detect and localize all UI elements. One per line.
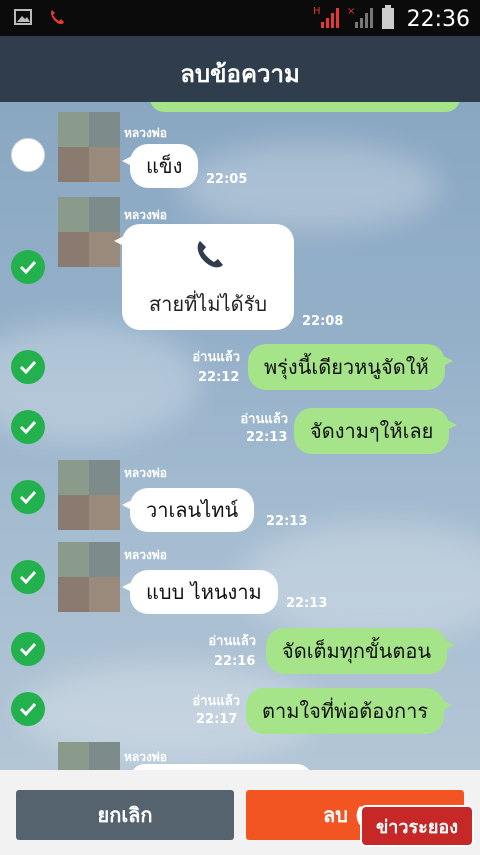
avatar bbox=[58, 542, 120, 612]
select-circle-unchecked[interactable] bbox=[11, 138, 45, 172]
sender-name: หลวงพ่อ bbox=[124, 208, 167, 222]
missed-call-text: สายที่ไม่ได้รับ bbox=[148, 292, 268, 316]
image-icon bbox=[14, 9, 32, 29]
chat-area[interactable]: หลวงพ่อ แข็ง 22:05 หลวงพ่อ สายที่ไม่ได้ร… bbox=[0, 102, 480, 770]
sender-name: หลวงพ่อ bbox=[124, 466, 167, 480]
avatar bbox=[58, 112, 120, 182]
message-bubble[interactable]: จัดเต็มทุกขั้นตอน bbox=[266, 628, 456, 674]
message-bubble[interactable]: พรุ่งนี้เดียวหนูจัดให้ bbox=[248, 344, 453, 390]
avatar bbox=[58, 197, 120, 267]
status-bar: H × 22:36 bbox=[0, 0, 480, 36]
svg-text:H: H bbox=[313, 6, 321, 17]
page-title: ลบข้อความ bbox=[180, 60, 300, 88]
message-time: 22:13 bbox=[266, 514, 308, 529]
phone-handset-icon bbox=[192, 238, 226, 272]
message-text: แบบ ไหนงาม bbox=[146, 580, 262, 604]
avatar bbox=[58, 460, 120, 530]
previous-message-bubble bbox=[150, 102, 460, 112]
message-bubble[interactable]: จัดงามๆให้เลย bbox=[294, 408, 458, 454]
status-time: 22:36 bbox=[406, 6, 470, 32]
signal-h-icon: H bbox=[313, 4, 341, 34]
battery-icon bbox=[381, 4, 395, 34]
message-time: 22:13 bbox=[246, 430, 288, 445]
select-check-icon[interactable] bbox=[11, 692, 45, 726]
avatar bbox=[58, 742, 120, 770]
message-bubble[interactable]: ตามใจที่พ่อต้องการ bbox=[246, 688, 453, 734]
message-text: จัดงามๆให้เลย bbox=[310, 419, 434, 443]
message-time: 22:17 bbox=[196, 712, 238, 727]
message-time: 22:08 bbox=[302, 314, 344, 329]
message-text: พรุ่งนี้เดียวหนูจัดให้ bbox=[264, 355, 429, 379]
select-check-icon[interactable] bbox=[11, 480, 45, 514]
read-receipt: อ่านแล้ว bbox=[208, 634, 256, 649]
read-receipt: อ่านแล้ว bbox=[192, 694, 240, 709]
read-receipt: อ่านแล้ว bbox=[192, 350, 240, 365]
message-bubble[interactable]: วาเลนไทน์ bbox=[121, 488, 255, 532]
header: ลบข้อความ bbox=[0, 36, 480, 102]
signal-x-icon: × bbox=[347, 4, 375, 34]
message-time: 22:05 bbox=[206, 172, 248, 187]
select-check-icon[interactable] bbox=[11, 250, 45, 284]
message-time: 22:12 bbox=[198, 370, 240, 385]
message-text: แข็ง bbox=[146, 154, 183, 178]
read-receipt: อ่านแล้ว bbox=[240, 412, 288, 427]
message-text: ตามใจที่พ่อต้องการ bbox=[262, 699, 429, 723]
select-check-icon[interactable] bbox=[11, 350, 45, 384]
action-bar: ยกเลิก ลบ (8) ข่าวระยอง bbox=[0, 770, 480, 855]
message-text: จัดเต็มทุกขั้นตอน bbox=[282, 639, 432, 663]
sender-name: หลวงพ่อ bbox=[124, 548, 167, 562]
message-bubble[interactable]: แบบ ไหนงาม bbox=[122, 570, 278, 614]
cancel-button[interactable]: ยกเลิก bbox=[16, 790, 234, 840]
watermark-logo: ข่าวระยอง bbox=[360, 805, 474, 847]
svg-text:×: × bbox=[347, 6, 355, 17]
sender-name: หลวงพ่อ bbox=[124, 126, 167, 140]
message-time: 22:16 bbox=[214, 654, 256, 669]
missed-call-bubble[interactable]: สายที่ไม่ได้รับ bbox=[114, 224, 294, 330]
select-check-icon[interactable] bbox=[11, 410, 45, 444]
message-time: 22:13 bbox=[286, 596, 328, 611]
select-check-icon[interactable] bbox=[11, 560, 45, 594]
select-check-icon[interactable] bbox=[11, 632, 45, 666]
message-bubble[interactable]: แข็ง bbox=[121, 144, 199, 188]
watermark-text: ข่าวระยอง bbox=[375, 816, 458, 838]
message-text: วาเลนไทน์ bbox=[146, 498, 239, 522]
phone-icon bbox=[48, 8, 66, 30]
